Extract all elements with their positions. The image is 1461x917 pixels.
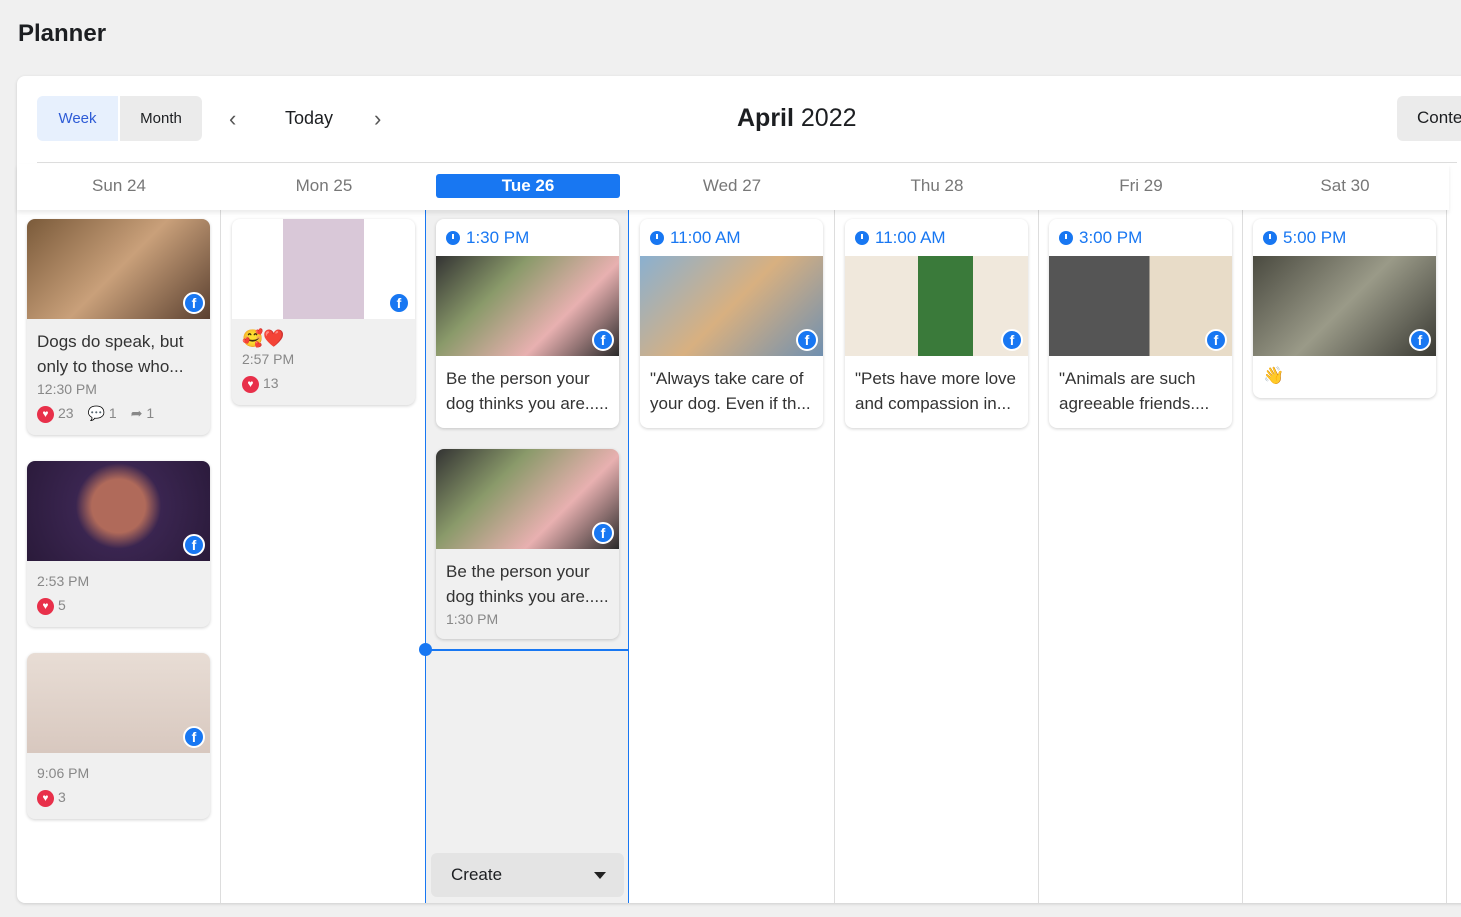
day-header: Thu 28 [910,176,964,195]
month-title: April 2022 [737,104,857,133]
scheduled-time: 5:00 PM [1253,219,1436,256]
week-view-button[interactable]: Week [37,96,118,141]
post-image: f [232,219,415,319]
clock-icon [446,231,460,245]
facebook-icon: f [1409,329,1431,351]
day-header: Mon 25 [295,176,353,195]
facebook-icon: f [183,534,205,556]
create-dropdown-button[interactable]: Create [431,853,624,897]
post-image: f [27,219,210,319]
post-emoji: 🥰❤️ [242,329,285,348]
facebook-icon: f [183,292,205,314]
clock-icon [855,231,869,245]
chevron-left-icon[interactable]: ‹ [229,106,236,132]
post-text: "Animals are such agreeable friends.... [1059,369,1210,413]
scheduled-post-card[interactable]: 11:00 AM f "Pets have more love and comp… [845,219,1028,428]
current-time-dot [419,643,432,656]
post-image: f [1253,256,1436,356]
heart-icon: ♥ [242,375,259,393]
page-title: Planner [18,20,107,47]
divider [37,162,1457,163]
like-count: 3 [58,789,66,805]
post-image: f [436,256,619,356]
month-name: April [737,104,794,132]
post-image: f [845,256,1028,356]
post-card[interactable]: f Dogs do speak, but only to those who..… [27,219,210,435]
comment-icon: 💬 [87,405,106,422]
post-text: Dogs do speak, but only to those who... [37,332,184,376]
planner-panel: Week Month ‹ Today › April 2022 Content … [17,76,1461,903]
current-time-line [425,649,629,651]
post-emoji: 👋 [1263,366,1285,385]
post-stats: ♥ 3 [27,781,210,819]
share-icon: ➦ [130,405,143,422]
scheduled-time-text: 5:00 PM [1283,228,1347,247]
post-card[interactable]: f 2:53 PM ♥ 5 [27,461,210,627]
post-image: f [1049,256,1232,356]
heart-icon: ♥ [37,405,54,423]
post-image: f [27,461,210,561]
day-header: Wed 27 [702,176,762,195]
post-text: Be the person your dog thinks you are...… [446,369,609,413]
scheduled-time: 11:00 AM [640,219,823,256]
clock-icon [1059,231,1073,245]
scheduled-time-text: 3:00 PM [1079,228,1143,247]
day-header-today: Tue 26 [436,174,620,198]
scheduled-time: 11:00 AM [845,219,1028,256]
post-time: 2:53 PM [37,573,90,589]
chevron-right-icon[interactable]: › [374,106,381,132]
today-button[interactable]: Today [285,108,333,129]
scheduled-time-text: 11:00 AM [670,228,741,247]
post-card[interactable]: f Be the person your dog thinks you are.… [436,449,619,639]
facebook-icon: f [592,329,614,351]
post-stats: ♥ 5 [27,589,210,627]
post-card[interactable]: f 🥰❤️ 2:57 PM ♥ 13 [232,219,415,405]
post-time: 12:30 PM [37,381,97,397]
day-header: Sat 30 [1320,176,1370,195]
post-image: f [436,449,619,549]
clock-icon [650,231,664,245]
create-label: Create [451,865,503,884]
content-button[interactable]: Content [1397,96,1461,141]
post-image: f [27,653,210,753]
share-count: 1 [146,405,155,422]
facebook-icon: f [388,292,410,314]
year: 2022 [800,104,857,132]
post-time: 1:30 PM [446,611,499,627]
comment-count: 1 [108,405,117,422]
scheduled-post-card[interactable]: 11:00 AM f "Always take care of your dog… [640,219,823,428]
like-count: 23 [58,405,74,421]
facebook-icon: f [796,329,818,351]
post-text: "Always take care of your dog. Even if t… [650,369,811,413]
scheduled-time-text: 1:30 PM [466,228,530,247]
scheduled-time: 1:30 PM [436,219,619,256]
scheduled-post-card[interactable]: 5:00 PM f 👋 [1253,219,1436,398]
post-time: 9:06 PM [37,765,90,781]
post-stats: ♥ 13 [232,367,415,405]
post-card[interactable]: f 9:06 PM ♥ 3 [27,653,210,819]
facebook-icon: f [183,726,205,748]
day-header: Sun 24 [92,176,146,195]
scheduled-post-card[interactable]: 1:30 PM f Be the person your dog thinks … [436,219,619,428]
post-text: "Pets have more love and compassion in..… [855,369,1017,413]
day-header: Fri 29 [1119,176,1163,195]
reaction-count: 5 [58,597,66,613]
heart-icon: ♥ [37,789,54,807]
facebook-icon: f [592,522,614,544]
post-stats: ♥ 23 💬 1 ➦ 1 [27,397,210,435]
like-count: 13 [263,375,279,391]
caret-down-icon [594,872,606,879]
post-time: 2:57 PM [242,351,295,367]
reactions-icon: ♥ [37,597,54,615]
facebook-icon: f [1001,329,1023,351]
scheduled-time: 3:00 PM [1049,219,1232,256]
scheduled-time-text: 11:00 AM [875,228,946,247]
month-view-button[interactable]: Month [120,96,202,141]
facebook-icon: f [1205,329,1227,351]
scheduled-post-card[interactable]: 3:00 PM f "Animals are such agreeable fr… [1049,219,1232,428]
post-text: Be the person your dog thinks you are...… [446,562,609,606]
day-header-row: Sun 24 Mon 25 Tue 26 Wed 27 Thu 28 Fri 2… [17,164,1449,210]
post-image: f [640,256,823,356]
clock-icon [1263,231,1277,245]
